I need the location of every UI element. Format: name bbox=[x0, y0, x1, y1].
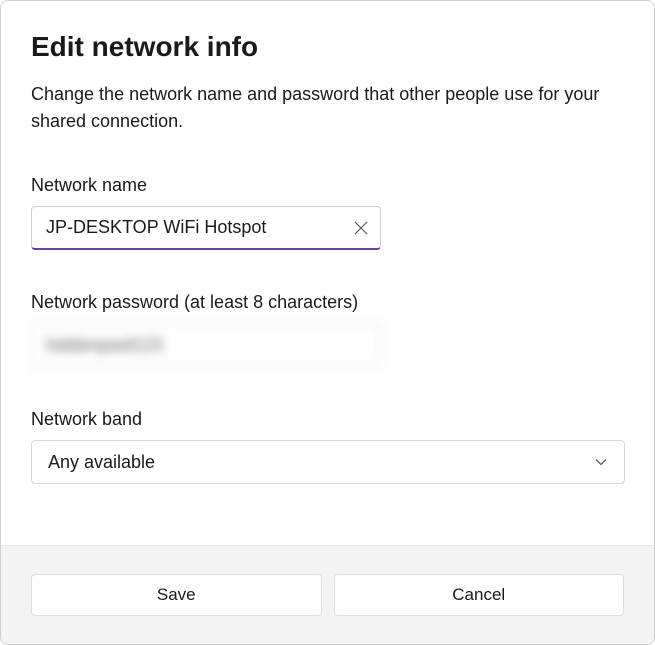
network-band-label: Network band bbox=[31, 409, 624, 430]
network-password-group: Network password (at least 8 characters) bbox=[31, 292, 624, 367]
edit-network-dialog: Edit network info Change the network nam… bbox=[0, 0, 655, 645]
network-name-group: Network name bbox=[31, 175, 624, 250]
chevron-down-icon bbox=[594, 455, 608, 469]
dialog-title: Edit network info bbox=[31, 31, 624, 63]
network-password-input[interactable] bbox=[31, 323, 381, 367]
network-band-group: Network band Any available bbox=[31, 409, 624, 484]
network-name-input[interactable] bbox=[31, 206, 381, 250]
network-band-dropdown[interactable]: Any available bbox=[31, 440, 625, 484]
dialog-footer: Save Cancel bbox=[1, 545, 654, 644]
clear-icon[interactable] bbox=[353, 220, 369, 236]
cancel-button[interactable]: Cancel bbox=[334, 574, 625, 616]
dialog-content: Edit network info Change the network nam… bbox=[1, 1, 654, 545]
dialog-subtitle: Change the network name and password tha… bbox=[31, 81, 624, 135]
network-band-selected: Any available bbox=[48, 452, 155, 473]
network-name-label: Network name bbox=[31, 175, 624, 196]
network-name-input-wrapper bbox=[31, 206, 381, 250]
network-password-label: Network password (at least 8 characters) bbox=[31, 292, 624, 313]
save-button[interactable]: Save bbox=[31, 574, 322, 616]
